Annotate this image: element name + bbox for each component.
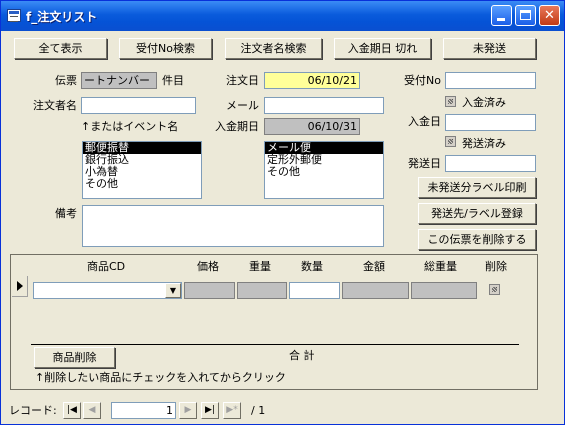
receipt-no-label: 受付No xyxy=(404,74,441,87)
close-button[interactable]: ✕ xyxy=(539,5,560,26)
kenmoku-label: 件目 xyxy=(162,74,184,87)
search-customer-button[interactable]: 注文者名検索 xyxy=(225,38,322,59)
payment-due-field[interactable]: 06/10/31 xyxy=(264,118,360,135)
price-field[interactable] xyxy=(184,282,235,299)
print-unshipped-labels-button[interactable]: 未発送分ラベル印刷 xyxy=(418,177,536,198)
total-label: 合 計 xyxy=(289,349,315,362)
total-weight-field[interactable] xyxy=(411,282,477,299)
payment-method-list[interactable]: 郵便振替 銀行振込 小為替 その他 xyxy=(82,141,202,199)
quantity-field[interactable] xyxy=(289,282,340,299)
title-bar: f_注文リスト ✕ xyxy=(1,1,564,31)
last-record-button[interactable]: ▶| xyxy=(201,402,219,419)
receipt-no-field[interactable] xyxy=(445,72,536,89)
close-icon: ✕ xyxy=(544,8,555,23)
delivery-method-list[interactable]: メール便 定形外郵便 その他 xyxy=(264,141,384,199)
customer-name-field[interactable] xyxy=(81,97,196,114)
show-all-button[interactable]: 全て表示 xyxy=(14,38,107,59)
record-label: レコード: xyxy=(9,404,57,417)
col-amount: 金額 xyxy=(363,260,385,273)
first-record-button[interactable]: |◀ xyxy=(63,402,81,419)
search-receipt-no-button[interactable]: 受付No検索 xyxy=(119,38,212,59)
notes-label: 備考 xyxy=(55,207,77,220)
delete-row-checkbox[interactable] xyxy=(489,284,500,295)
weight-field[interactable] xyxy=(237,282,287,299)
register-label-button[interactable]: 発送先/ラベル登録 xyxy=(418,203,536,224)
window-title: f_注文リスト xyxy=(26,10,98,24)
main-window: f_注文リスト ✕ 全て表示 受付No検索 注文者名検索 入金期日 切れ 未発送… xyxy=(0,0,565,425)
shipped-check-label: 発送済み xyxy=(462,137,506,150)
customer-label: 注文者名 xyxy=(33,99,77,112)
next-record-button[interactable]: ▶ xyxy=(179,402,197,419)
delete-hint: ↑削除したい商品にチェックを入れてからクリック xyxy=(35,371,286,384)
email-field[interactable] xyxy=(264,97,384,114)
minimize-icon xyxy=(497,18,505,21)
paid-check-label: 入金済み xyxy=(462,96,506,109)
col-weight: 重量 xyxy=(249,260,271,273)
form-icon xyxy=(7,9,21,22)
order-items-subform: 商品CD 価格 重量 数量 金額 総重量 削除 ▼ 商品削除 合 計 ↑削除した… xyxy=(10,254,538,390)
paid-checkbox[interactable] xyxy=(445,96,456,107)
payment-due-label: 入金期日 xyxy=(215,120,259,133)
col-product-cd: 商品CD xyxy=(87,260,126,273)
col-delete: 削除 xyxy=(485,260,507,273)
maximize-icon xyxy=(520,10,531,20)
maximize-button[interactable] xyxy=(515,5,536,26)
subform-divider xyxy=(31,344,519,345)
delivery-method-option[interactable]: その他 xyxy=(265,166,383,178)
payment-overdue-button[interactable]: 入金期日 切れ xyxy=(334,38,431,59)
order-date-field[interactable]: 06/10/21 xyxy=(264,72,360,89)
delete-slip-button[interactable]: この伝票を削除する xyxy=(418,229,536,250)
amount-field[interactable] xyxy=(342,282,409,299)
prev-record-button[interactable]: ◀ xyxy=(83,402,101,419)
product-cd-combo[interactable] xyxy=(33,282,182,299)
col-price: 価格 xyxy=(197,260,219,273)
unshipped-button[interactable]: 未発送 xyxy=(443,38,536,59)
dropdown-arrow-icon[interactable]: ▼ xyxy=(165,283,181,298)
payment-date-label: 入金日 xyxy=(408,115,441,128)
col-quantity: 数量 xyxy=(301,260,323,273)
notes-field[interactable] xyxy=(82,205,384,247)
new-record-button[interactable]: ▶* xyxy=(223,402,241,419)
minimize-button[interactable] xyxy=(491,5,512,26)
record-total: / 1 xyxy=(251,404,266,417)
delete-product-button[interactable]: 商品削除 xyxy=(34,347,115,368)
order-date-label: 注文日 xyxy=(226,74,259,87)
ship-date-field[interactable] xyxy=(445,155,536,172)
customer-hint: ↑またはイベント名 xyxy=(81,120,179,133)
payment-method-option[interactable]: その他 xyxy=(83,178,201,190)
denpyo-label: 伝票 xyxy=(55,74,77,87)
record-number-field[interactable]: 1 xyxy=(111,402,176,419)
ship-date-label: 発送日 xyxy=(408,157,441,170)
record-selector[interactable] xyxy=(12,276,28,297)
shipped-checkbox[interactable] xyxy=(445,136,456,147)
email-label: メール xyxy=(226,99,259,112)
payment-date-field[interactable] xyxy=(445,114,536,131)
denpyo-field[interactable]: ートナンバー xyxy=(81,72,157,89)
col-total-weight: 総重量 xyxy=(424,260,457,273)
